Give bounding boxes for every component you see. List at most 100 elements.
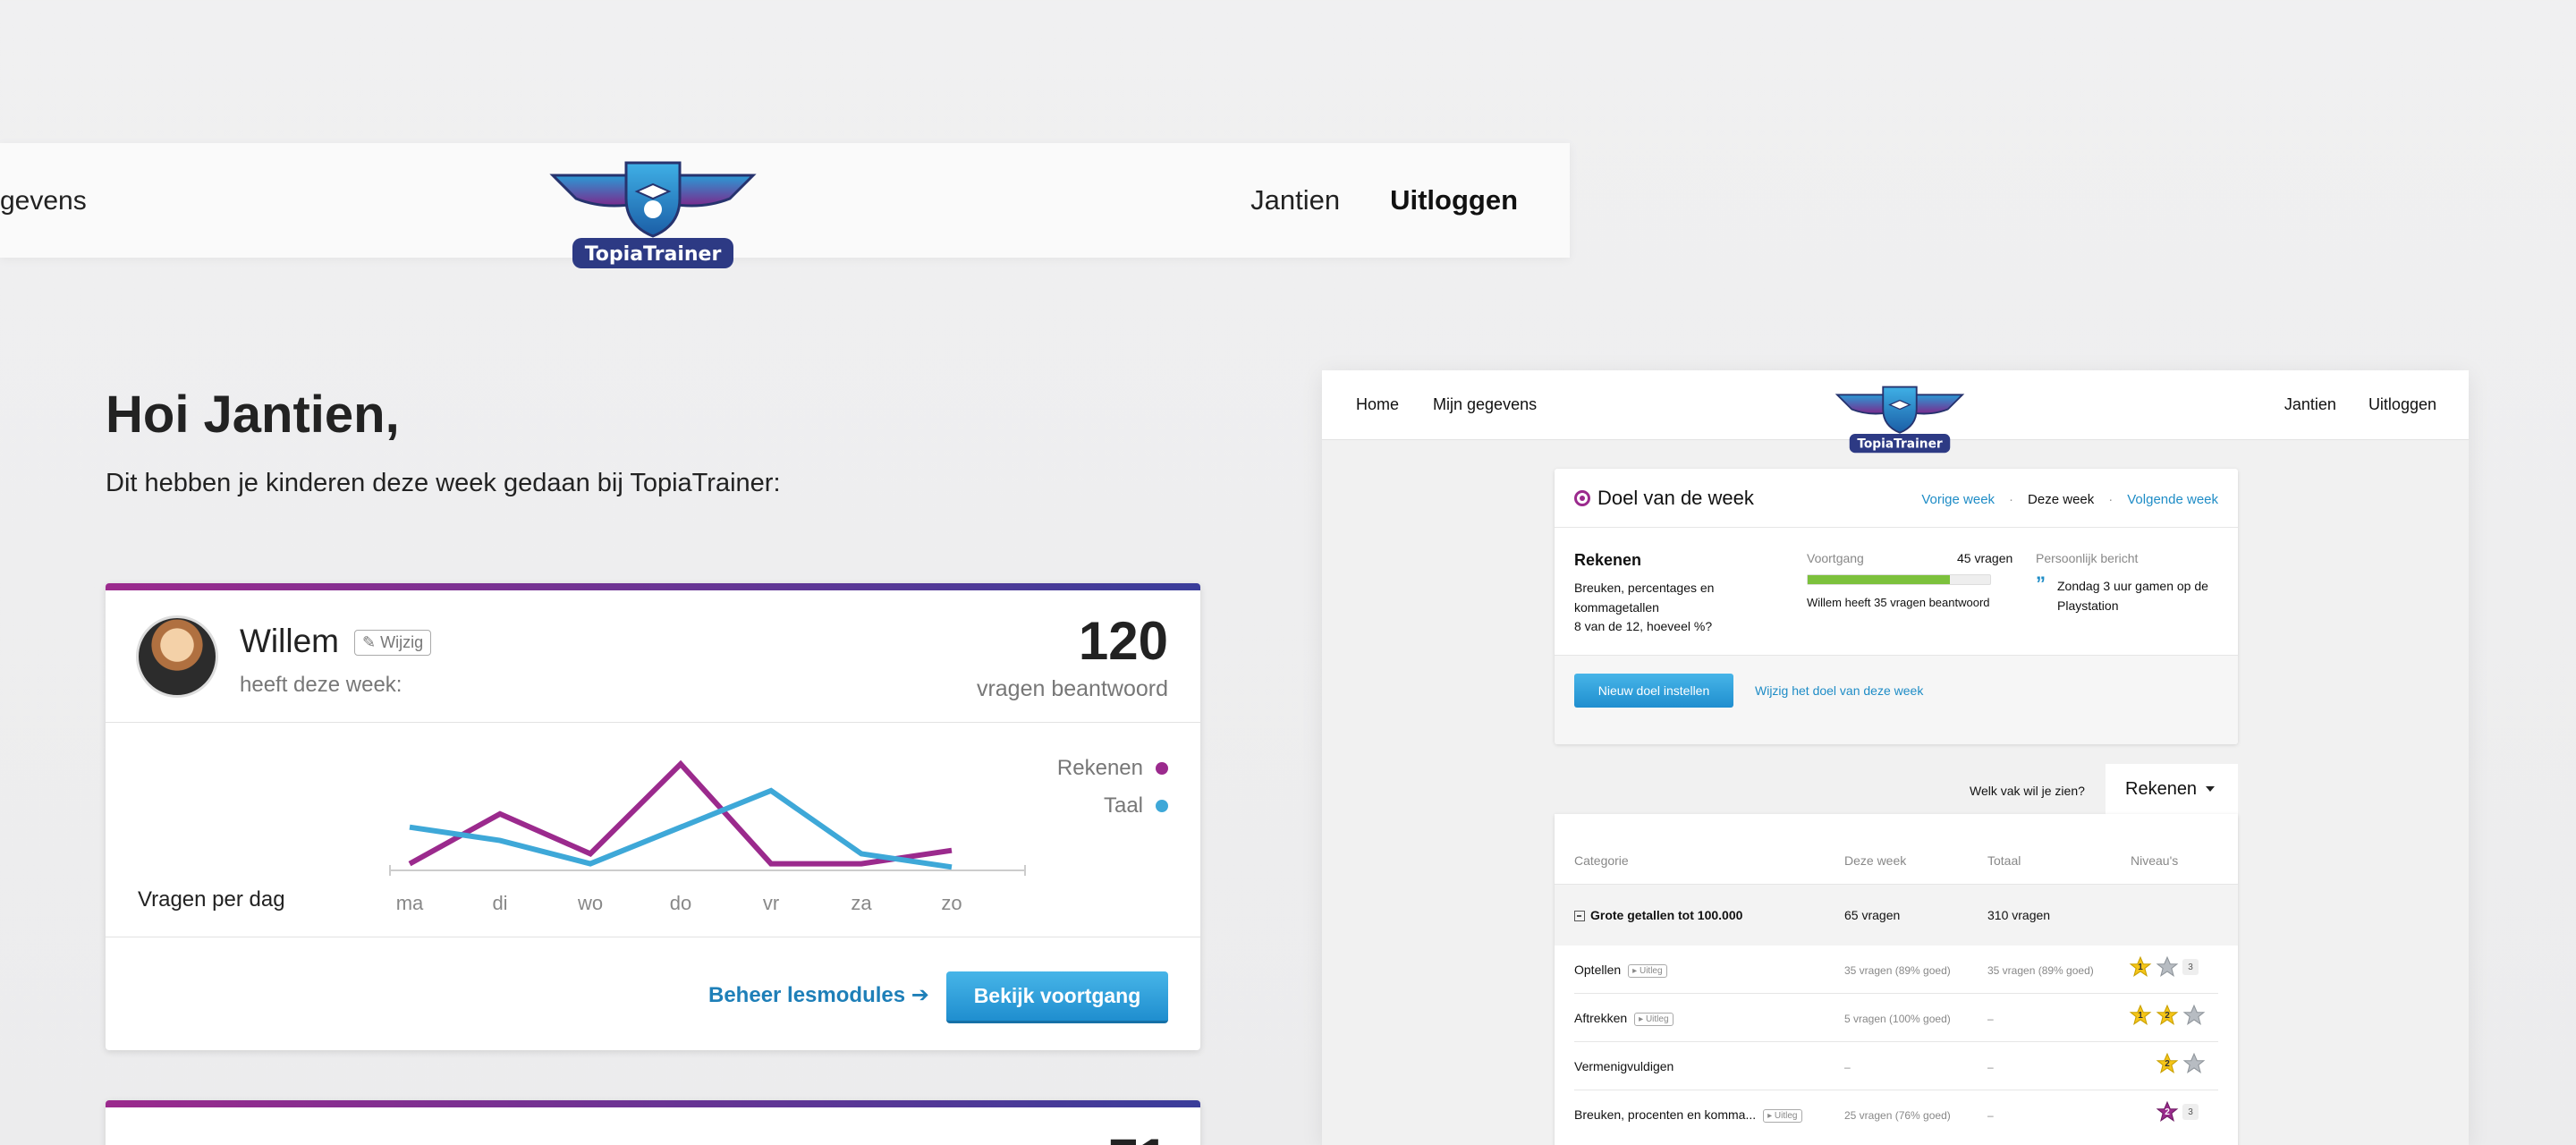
questions-per-day-chart: ma di wo do vr za zo Vragen per dag Rekenen Ta… (106, 723, 1200, 937)
personal-message: Zondag 3 uur gamen op de Playstation (2057, 579, 2208, 613)
level-number: 1 (2138, 962, 2143, 972)
personal-message-label: Persoonlijk bericht (2036, 551, 2139, 565)
level-stars: 2 (2156, 1052, 2206, 1075)
level-stars: 2 3 (2156, 1100, 2199, 1124)
topiatrainer-logo[interactable]: TopiaTrainer (549, 159, 757, 274)
subject-select-value: Rekenen (2125, 778, 2198, 799)
column-header-levels: Niveau's (2131, 853, 2179, 868)
goal-subject: Rekenen (1574, 551, 1642, 569)
row-week: 25 vragen (76% goed) (1844, 1109, 1951, 1122)
new-goal-button[interactable]: Nieuw doel instellen (1574, 674, 1733, 708)
target-icon (1574, 490, 1590, 506)
legend-item-taal: Taal (1057, 787, 1168, 825)
nav-my-data-link[interactable]: Mijn gegevens (1433, 395, 1537, 414)
weekly-goal-header: Doel van de week Vorige week · Deze week… (1555, 469, 2238, 528)
level-stars: 1 2 (2129, 1004, 2206, 1027)
uitleg-button[interactable]: ▸ Uitleg (1634, 1012, 1674, 1026)
legend-dot-taal (1156, 800, 1168, 812)
questions-answered-label: vragen beantwoord (976, 676, 1168, 701)
nav-user-name[interactable]: Jantien (2284, 395, 2336, 414)
child-progress-window: Home Mijn gegevens Jantien Uitloggen Top… (1322, 370, 2469, 1145)
uitleg-button[interactable]: ▸ Uitleg (1763, 1108, 1802, 1123)
uitleg-label: Uitleg (1645, 1014, 1669, 1024)
card-accent-bar (106, 1100, 1200, 1107)
topiatrainer-logo-small[interactable]: TopiaTrainer (1830, 385, 1970, 456)
level-number: 2 (2165, 1010, 2170, 1021)
level-number: 1 (2138, 1010, 2143, 1021)
level-badge: 3 (2182, 959, 2199, 975)
edit-child-button[interactable]: ✎ Wijzig (354, 630, 432, 656)
row-total: – (1987, 1109, 1994, 1122)
progress-note: Willem heeft 35 vragen beantwoord (1807, 596, 1990, 609)
series-line-rekenen (408, 759, 953, 867)
x-tick-label: wo (577, 892, 603, 914)
x-tick-label: za (851, 892, 872, 914)
child-card-header: Willem ✎ Wijzig heeft deze week: 120 vra… (106, 590, 1200, 723)
questions-answered-count: 120 (1078, 611, 1168, 671)
previous-week-link[interactable]: Vorige week (1921, 492, 1995, 507)
nav-user-links: Jantien Uitloggen (1250, 184, 1518, 216)
table-row-vermenigvuldigen[interactable]: Vermenigvuldigen (1574, 1059, 1674, 1073)
row-week: 5 vragen (100% goed) (1844, 1013, 1951, 1025)
row-total: – (1987, 1061, 1994, 1073)
week-nav-separator: · (2108, 492, 2114, 507)
manage-modules-label: Beheer lesmodules (708, 983, 906, 1007)
star-gold-icon: 2 (2156, 1052, 2179, 1075)
x-tick-label: ma (396, 892, 424, 914)
table-row-breuken[interactable]: Breuken, procenten en komma... ▸ Uitleg (1574, 1107, 1802, 1123)
table-row-optellen[interactable]: Optellen ▸ Uitleg (1574, 963, 1667, 978)
nav-my-data-link[interactable]: gevens (0, 186, 87, 216)
child-card-footer: Beheer lesmodules ➔ Bekijk voortgang (106, 937, 1200, 1045)
progress-bar-fill (1808, 575, 1951, 584)
child-avatar (136, 615, 218, 698)
arrow-right-icon: ➔ (911, 983, 929, 1007)
progress-target: 45 vragen (1957, 551, 2013, 565)
row-divider (1574, 993, 2218, 994)
child-summary-card: Willem ✎ Wijzig heeft deze week: 120 vra… (106, 583, 1200, 1050)
star-gold-icon: 2 (2156, 1004, 2179, 1027)
level-number: 2 (2165, 1107, 2170, 1117)
uitleg-button[interactable]: ▸ Uitleg (1628, 963, 1667, 978)
row-divider (1574, 1041, 2218, 1042)
row-week: – (1844, 1061, 1851, 1073)
top-navigation: gevens Jantien Uitloggen (0, 143, 1570, 258)
column-header-this-week: Deze week (1844, 853, 1907, 868)
x-tick-label: zo (941, 892, 962, 914)
star-gold-icon: 1 (2129, 1004, 2152, 1027)
row-name: Breuken, procenten en komma... (1574, 1107, 1757, 1122)
nav-home-link[interactable]: Home (1356, 395, 1399, 414)
logout-link[interactable]: Uitloggen (1390, 184, 1518, 216)
edit-goal-link[interactable]: Wijzig het doel van deze week (1755, 683, 1923, 698)
group-total: 310 vragen (1987, 908, 2051, 922)
page-greeting: Hoi Jantien, (106, 386, 400, 444)
collapse-icon[interactable] (1574, 911, 1585, 922)
logo-wordmark-small: TopiaTrainer (1857, 437, 1943, 452)
logout-link[interactable]: Uitloggen (2368, 395, 2436, 414)
manage-modules-link[interactable]: Beheer lesmodules ➔ (708, 982, 929, 1008)
view-progress-button[interactable]: Bekijk voortgang (946, 971, 1168, 1023)
child-summary-card-2: 71 (106, 1100, 1200, 1145)
level-number: 2 (2165, 1058, 2170, 1069)
current-week-label[interactable]: Deze week (2028, 492, 2094, 507)
row-total: 35 vragen (89% goed) (1987, 964, 2094, 977)
table-row-aftrekken[interactable]: Aftrekken ▸ Uitleg (1574, 1011, 1674, 1026)
goal-topic: Breuken, percentages en kommagetallen (1574, 581, 1715, 615)
nav-user-name[interactable]: Jantien (1250, 184, 1340, 216)
table-group-row[interactable]: Grote getallen tot 100.000 65 vragen 310… (1555, 885, 2238, 946)
week-nav-separator: · (2009, 492, 2014, 507)
pencil-icon: ✎ (362, 633, 377, 651)
star-empty-icon (2182, 1052, 2206, 1075)
subject-select[interactable]: Rekenen (2106, 764, 2238, 814)
next-week-link[interactable]: Volgende week (2127, 492, 2218, 507)
group-name-label: Grote getallen tot 100.000 (1590, 908, 1743, 922)
quote-icon: ” (2036, 572, 2046, 595)
weekly-goal-title: Doel van de week (1597, 487, 1754, 509)
legend-label-taal: Taal (1103, 793, 1143, 818)
x-tick-label: di (492, 892, 507, 914)
series-line-taal (409, 787, 953, 870)
level-stars: 1 3 (2129, 955, 2199, 979)
chart-title: Vragen per dag (138, 887, 285, 912)
progress-bar (1807, 574, 1991, 585)
progress-label: Voortgang (1807, 551, 1864, 565)
row-name: Aftrekken (1574, 1011, 1628, 1025)
